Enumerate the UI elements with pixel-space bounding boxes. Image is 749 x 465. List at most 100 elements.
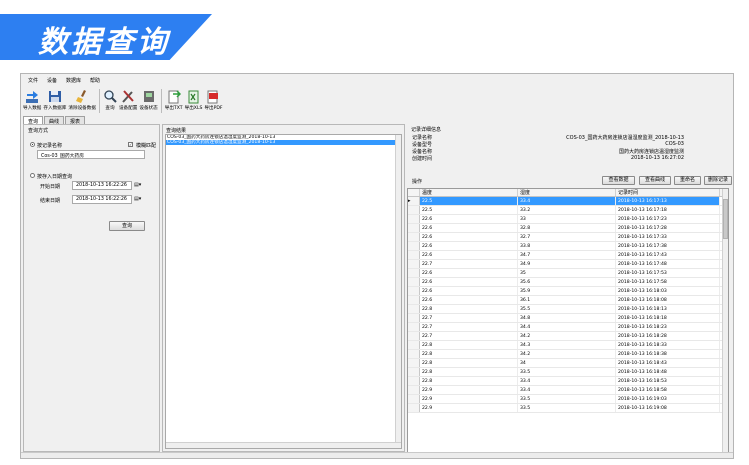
row-indicator[interactable]: [408, 386, 420, 394]
table-row[interactable]: 22.5 33.2 2018-10-13 16:17:18: [408, 206, 722, 215]
rename-button[interactable]: 重命名: [674, 176, 701, 185]
table-row[interactable]: 22.6 33.8 2018-10-13 16:17:38: [408, 242, 722, 251]
delete-record-button[interactable]: 删除记录: [704, 176, 732, 185]
row-indicator[interactable]: [408, 251, 420, 259]
row-indicator[interactable]: [408, 323, 420, 331]
export-txt-button[interactable]: 导出TXT: [165, 86, 183, 116]
calendar-dropdown-icon[interactable]: ▤▾: [134, 182, 141, 188]
row-indicator[interactable]: [408, 314, 420, 322]
table-cell: 22.6: [420, 296, 518, 304]
row-indicator[interactable]: [408, 260, 420, 268]
export-pdf-button[interactable]: 导出PDF: [204, 86, 223, 116]
scrollbar-thumb[interactable]: [723, 199, 728, 239]
row-indicator[interactable]: ▸: [408, 197, 420, 205]
menu-file[interactable]: 文件: [28, 77, 38, 84]
row-indicator[interactable]: [408, 368, 420, 376]
table-row[interactable]: 22.6 35.6 2018-10-13 16:17:58: [408, 278, 722, 287]
table-row[interactable]: 22.6 35.9 2018-10-13 16:18:03: [408, 287, 722, 296]
row-indicator[interactable]: [408, 242, 420, 250]
table-row[interactable]: 22.6 36.1 2018-10-13 16:18:08: [408, 296, 722, 305]
table-cell: 22.5: [420, 206, 518, 214]
table-row[interactable]: 22.7 34.4 2018-10-13 16:18:23: [408, 323, 722, 332]
query-button-toolbar[interactable]: 查询: [103, 86, 117, 116]
tab-curve[interactable]: 曲线: [44, 116, 65, 125]
save-to-database-button[interactable]: 存入数据库: [43, 86, 66, 116]
table-cell: 34.7: [518, 251, 616, 259]
end-date-picker[interactable]: 2018-10-13 16:22:26: [72, 195, 132, 204]
column-header[interactable]: 记录时间: [616, 189, 720, 196]
row-indicator[interactable]: [408, 404, 420, 412]
results-horizontal-scrollbar[interactable]: [166, 442, 401, 448]
table-cell: 33.2: [518, 206, 616, 214]
row-indicator[interactable]: [408, 215, 420, 223]
table-row[interactable]: 22.8 33.4 2018-10-13 16:18:53: [408, 377, 722, 386]
table-row[interactable]: ▸ 22.5 33.4 2018-10-13 16:17:13: [408, 197, 722, 206]
tab-query[interactable]: 查询: [23, 116, 44, 125]
table-row[interactable]: 22.7 34.2 2018-10-13 16:18:28: [408, 332, 722, 341]
row-indicator[interactable]: [408, 305, 420, 313]
row-indicator[interactable]: [408, 359, 420, 367]
row-indicator[interactable]: [408, 233, 420, 241]
table-row[interactable]: 22.6 34.7 2018-10-13 16:17:43: [408, 251, 722, 260]
device-status-icon: [143, 91, 154, 102]
row-indicator[interactable]: [408, 332, 420, 340]
by-date-radio[interactable]: [30, 173, 35, 178]
menu-database[interactable]: 数据库: [66, 77, 81, 84]
record-name-input[interactable]: Cos-03_国药大药房: [37, 150, 145, 159]
table-cell: 2018-10-13 16:19:03: [616, 395, 720, 403]
detail-panel: 记录详细信息 记录名称 COS-03_国药大药房连锁店温湿度监测_2018-10…: [407, 124, 732, 188]
table-row[interactable]: 22.6 33 2018-10-13 16:17:23: [408, 215, 722, 224]
row-indicator[interactable]: [408, 287, 420, 295]
table-cell: 32.8: [518, 224, 616, 232]
device-config-button[interactable]: 设备配置: [119, 86, 137, 116]
export-xls-button[interactable]: 导出XLS: [185, 86, 202, 116]
clear-device-data-button[interactable]: 清除设备数据: [68, 86, 96, 116]
table-row[interactable]: 22.6 35 2018-10-13 16:17:53: [408, 269, 722, 278]
table-cell: 22.8: [420, 377, 518, 385]
column-header[interactable]: 湿度: [518, 189, 616, 196]
table-row[interactable]: 22.9 33.5 2018-10-13 16:19:03: [408, 395, 722, 404]
row-indicator[interactable]: [408, 350, 420, 358]
table-row[interactable]: 22.6 32.7 2018-10-13 16:17:33: [408, 233, 722, 242]
results-list[interactable]: COS-03_国药大药房连锁店温湿度监测_2018-10-13 COS-03_国…: [165, 134, 402, 449]
row-indicator[interactable]: [408, 206, 420, 214]
menu-help[interactable]: 帮助: [90, 77, 100, 84]
import-data-button[interactable]: 导入数据: [23, 86, 41, 116]
table-row[interactable]: 22.8 34.2 2018-10-13 16:18:38: [408, 350, 722, 359]
column-header[interactable]: 温度: [420, 189, 518, 196]
menu-device[interactable]: 设备: [47, 77, 57, 84]
calendar-dropdown-icon[interactable]: ▤▾: [134, 196, 141, 202]
row-indicator[interactable]: [408, 377, 420, 385]
table-cell: 22.6: [420, 224, 518, 232]
view-curve-button[interactable]: 查看曲线: [639, 176, 671, 185]
row-indicator[interactable]: [408, 395, 420, 403]
table-row[interactable]: 22.6 32.8 2018-10-13 16:17:28: [408, 224, 722, 233]
table-cell: 33: [518, 215, 616, 223]
row-indicator[interactable]: [408, 269, 420, 277]
table-row[interactable]: 22.7 34.9 2018-10-13 16:17:48: [408, 260, 722, 269]
row-indicator[interactable]: [408, 296, 420, 304]
row-indicator[interactable]: [408, 224, 420, 232]
row-indicator[interactable]: [408, 278, 420, 286]
by-name-radio[interactable]: [30, 142, 35, 147]
device-status-button[interactable]: 设备状态: [139, 86, 158, 116]
table-row[interactable]: 22.9 33.5 2018-10-13 16:19:08: [408, 404, 722, 413]
tab-report[interactable]: 报表: [65, 116, 86, 125]
table-row[interactable]: 22.8 34.3 2018-10-13 16:18:33: [408, 341, 722, 350]
table-row[interactable]: 22.7 34.8 2018-10-13 16:18:18: [408, 314, 722, 323]
table-cell: 2018-10-13 16:18:23: [616, 323, 720, 331]
table-row[interactable]: 22.8 35.5 2018-10-13 16:18:13: [408, 305, 722, 314]
table-cell: 22.7: [420, 260, 518, 268]
page-banner: 数据查询: [0, 0, 220, 60]
start-date-picker[interactable]: 2018-10-13 16:22:26: [72, 181, 132, 190]
result-item[interactable]: COS-03_国药大药房连锁店温湿度监测_2018-10-13: [166, 140, 401, 145]
fuzzy-match-checkbox[interactable]: ✓: [128, 142, 133, 147]
row-indicator[interactable]: [408, 341, 420, 349]
table-row[interactable]: 22.8 34 2018-10-13 16:18:43: [408, 359, 722, 368]
table-row[interactable]: 22.8 33.5 2018-10-13 16:18:48: [408, 368, 722, 377]
table-row[interactable]: 22.9 33.4 2018-10-13 16:18:58: [408, 386, 722, 395]
view-data-button[interactable]: 查看数据: [602, 176, 635, 185]
table-vertical-scrollbar[interactable]: [722, 189, 728, 455]
query-button[interactable]: 查询: [109, 221, 145, 231]
results-vertical-scrollbar[interactable]: [395, 135, 401, 442]
